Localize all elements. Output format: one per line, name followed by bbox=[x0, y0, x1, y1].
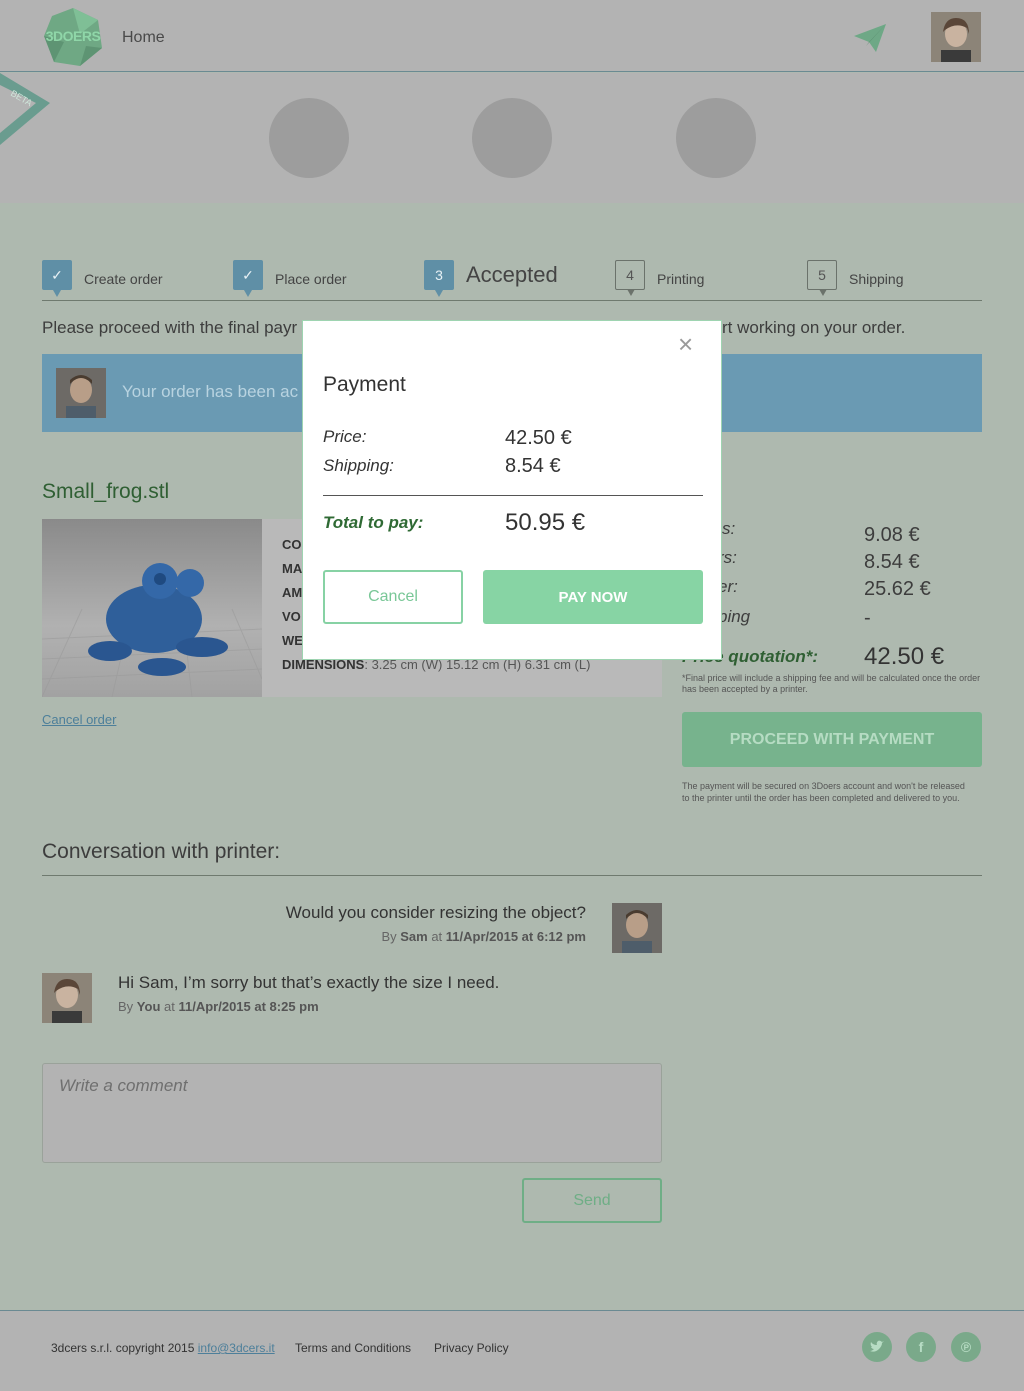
total-label: Total to pay: bbox=[323, 513, 424, 532]
close-icon[interactable]: × bbox=[678, 331, 693, 357]
price-row-value: - bbox=[864, 607, 871, 629]
conversation-title: Conversation with printer: bbox=[42, 840, 281, 863]
spec-row: VO bbox=[282, 609, 301, 624]
logo-text: 3DOERS bbox=[45, 28, 101, 44]
comment-placeholder: Write a comment bbox=[59, 1076, 188, 1095]
proceed-payment-button[interactable]: PROCEED WITH PAYMENT bbox=[682, 712, 982, 767]
step-label: Printing bbox=[657, 271, 705, 287]
total-value: 50.95 € bbox=[505, 509, 586, 536]
price-row-label: ping bbox=[718, 607, 751, 626]
sam-avatar bbox=[612, 903, 662, 953]
payment-modal: × Payment Price: 42.50 € Shipping: 8.54 … bbox=[302, 320, 722, 660]
price-value: 42.50 € bbox=[505, 427, 572, 449]
intro-text-tail: rt working on your order. bbox=[722, 318, 906, 337]
facebook-icon[interactable]: f bbox=[906, 1332, 936, 1362]
user-avatar[interactable] bbox=[931, 12, 981, 62]
divider bbox=[42, 875, 982, 876]
secure-note: The payment will be secured on 3Doers ac… bbox=[682, 781, 965, 803]
footer-email-link[interactable]: info@3dcers.it bbox=[198, 1341, 275, 1355]
model-preview bbox=[42, 519, 262, 697]
spec-row: AM bbox=[282, 585, 303, 600]
quote-value: 42.50 € bbox=[864, 643, 945, 670]
step-label: Place order bbox=[275, 271, 347, 287]
file-title: Small_frog.stl bbox=[42, 480, 170, 503]
beta-ribbon: BETA bbox=[0, 73, 50, 145]
hero-circle bbox=[676, 98, 756, 178]
message-text: Hi Sam, I’m sorry but that’s exactly the… bbox=[118, 973, 500, 992]
hero-circle bbox=[269, 98, 349, 178]
top-header: 3DOERS Home bbox=[0, 0, 1024, 72]
message-meta: By You at 11/Apr/2015 at 8:25 pm bbox=[118, 999, 319, 1014]
comment-input[interactable]: Write a comment bbox=[42, 1063, 662, 1163]
footer: 3dcers s.r.l. copyright 2015 info@3dcers… bbox=[0, 1310, 1024, 1391]
price-row-value: 8.54 € bbox=[864, 551, 920, 573]
pay-now-button[interactable]: PAY NOW bbox=[483, 570, 703, 624]
step-label: Accepted bbox=[466, 262, 558, 287]
step-label: Shipping bbox=[849, 271, 904, 287]
hero-band: BETA bbox=[0, 73, 1024, 203]
step-number: 3 bbox=[424, 260, 454, 297]
privacy-link[interactable]: Privacy Policy bbox=[434, 1341, 509, 1355]
spec-row: CO bbox=[282, 537, 302, 552]
step-number: 4 bbox=[615, 260, 645, 296]
step-label: Create order bbox=[84, 271, 163, 287]
banner-text: Your order has been ac bbox=[122, 382, 299, 401]
you-avatar bbox=[42, 973, 92, 1023]
twitter-icon[interactable] bbox=[862, 1332, 892, 1362]
terms-link[interactable]: Terms and Conditions bbox=[295, 1341, 411, 1355]
shipping-label: Shipping: bbox=[323, 456, 394, 475]
logo[interactable]: 3DOERS bbox=[42, 6, 104, 68]
modal-cancel-button[interactable]: Cancel bbox=[323, 570, 463, 624]
check-icon: ✓ bbox=[233, 260, 263, 297]
frog-model-image bbox=[42, 563, 262, 697]
pinterest-icon[interactable]: ℗ bbox=[951, 1332, 981, 1362]
order-steps: ✓ Create order ✓ Place order 3 Accepted … bbox=[42, 260, 982, 301]
hero-circle bbox=[472, 98, 552, 178]
price-row-value: 9.08 € bbox=[864, 524, 920, 546]
divider bbox=[323, 495, 703, 496]
home-link[interactable]: Home bbox=[122, 29, 165, 47]
quote-note: *Final price will include a shipping fee… bbox=[682, 673, 981, 694]
price-row-value: 25.62 € bbox=[864, 578, 931, 600]
intro-text: Please proceed with the final payr bbox=[42, 318, 298, 337]
cancel-order-link[interactable]: Cancel order bbox=[42, 712, 116, 727]
spec-row: MA bbox=[282, 561, 303, 576]
check-icon: ✓ bbox=[42, 260, 72, 297]
spec-row: WE bbox=[282, 633, 303, 648]
paper-plane-icon[interactable] bbox=[852, 22, 888, 54]
user-avatar-image bbox=[931, 12, 981, 62]
footer-copyright: 3dcers s.r.l. copyright 2015 info@3dcers… bbox=[51, 1341, 275, 1355]
price-label: Price: bbox=[323, 427, 367, 446]
message-meta: By Sam at 11/Apr/2015 at 6:12 pm bbox=[381, 929, 586, 944]
printer-avatar bbox=[56, 368, 106, 418]
step-number: 5 bbox=[807, 260, 837, 296]
price-row-label: s: bbox=[722, 519, 736, 538]
send-button[interactable]: Send bbox=[522, 1178, 662, 1223]
shipping-value: 8.54 € bbox=[505, 455, 561, 477]
modal-title: Payment bbox=[323, 373, 406, 396]
message-text: Would you consider resizing the object? bbox=[285, 903, 586, 922]
